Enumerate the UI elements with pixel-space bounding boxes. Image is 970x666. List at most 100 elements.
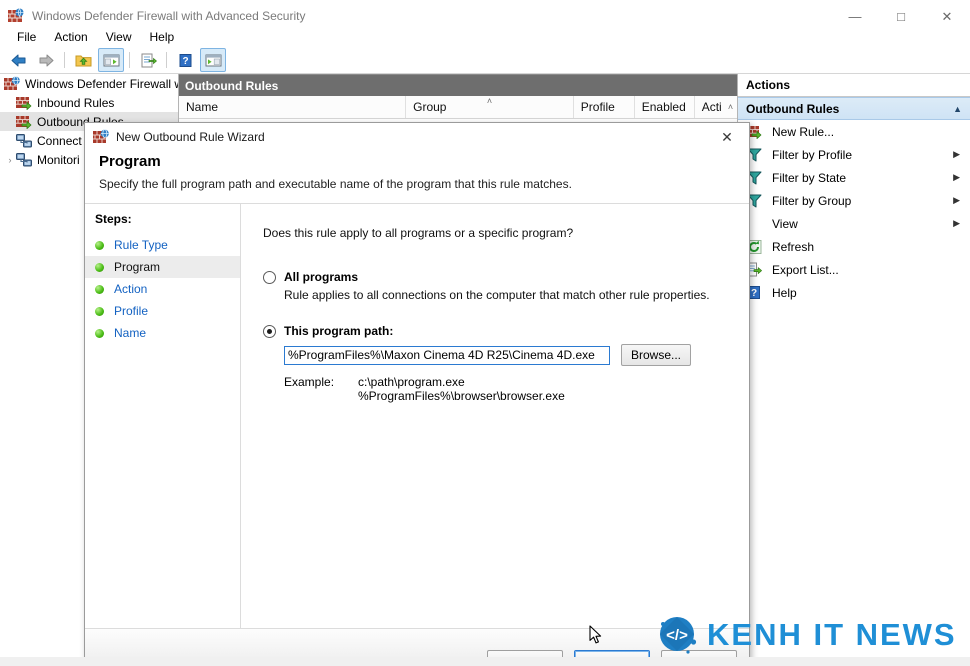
wizard-content: Does this rule apply to all programs or … — [241, 204, 749, 628]
steps-header: Steps: — [95, 212, 132, 226]
column-header-profile[interactable]: Profile — [573, 96, 635, 118]
toolbar-separator — [64, 52, 65, 68]
dialog-close-button[interactable]: ✕ — [705, 123, 749, 151]
actions-group-header[interactable]: Outbound Rules ▲ — [738, 97, 970, 120]
column-header-enabled[interactable]: Enabled — [634, 96, 695, 118]
radio-label: All programs — [284, 270, 359, 284]
menu-item-file[interactable]: File — [8, 28, 45, 46]
action-filter-by-state[interactable]: Filter by State ▶ — [738, 166, 970, 189]
browse-button[interactable]: Browse... — [621, 344, 691, 366]
action-filter-by-group[interactable]: Filter by Group ▶ — [738, 189, 970, 212]
menu-bar: File Action View Help — [0, 27, 970, 47]
column-header-name[interactable]: Name — [179, 96, 407, 118]
action-filter-by-profile[interactable]: Filter by Profile ▶ — [738, 143, 970, 166]
menu-item-help[interactable]: Help — [141, 28, 184, 46]
dialog-heading: Program — [99, 153, 161, 170]
step-profile[interactable]: Profile — [85, 300, 240, 322]
step-label: Profile — [114, 304, 149, 318]
program-scope-question: Does this rule apply to all programs or … — [263, 226, 574, 240]
tree-item-label: Windows Defender Firewall witl — [25, 76, 179, 91]
action-view[interactable]: View ▶ — [738, 212, 970, 235]
column-label: Enabled — [641, 100, 686, 114]
up-folder-icon[interactable] — [70, 48, 96, 72]
example-value: c:\path\program.exe %ProgramFiles%\brows… — [358, 375, 565, 403]
column-label: Acti — [701, 100, 722, 114]
example-label: Example: — [284, 375, 335, 389]
tree-item-label: Monitori — [37, 152, 80, 167]
tree-item-firewall-root[interactable]: Windows Defender Firewall witl — [0, 74, 178, 93]
step-program[interactable]: Program — [85, 256, 240, 278]
new-outbound-rule-wizard-dialog: New Outbound Rule Wizard ✕ Program Speci… — [84, 122, 750, 666]
column-header-action[interactable]: Acti — [694, 96, 724, 118]
submenu-arrow-icon: ▶ — [953, 195, 960, 205]
column-header-group[interactable]: ˄ Group — [406, 96, 574, 118]
dialog-subheading: Specify the full program path and execut… — [99, 177, 572, 191]
dialog-header: Program Specify the full program path an… — [85, 151, 749, 204]
action-label: View — [772, 216, 798, 231]
action-help[interactable]: ? Help — [738, 281, 970, 304]
step-label: Program — [114, 260, 161, 274]
menu-item-view[interactable]: View — [97, 28, 141, 46]
firewall-root-icon — [4, 75, 21, 92]
firewall-icon — [8, 8, 24, 24]
actions-pane: Actions Outbound Rules ▲ New Rule... Fil… — [738, 74, 970, 666]
radio-option-this-program-path[interactable]: This program path: — [263, 324, 729, 338]
step-bullet-icon — [95, 328, 104, 338]
step-action[interactable]: Action — [85, 278, 240, 300]
window-title: Windows Defender Firewall with Advanced … — [32, 9, 306, 23]
toolbar: ? — [0, 47, 970, 74]
actions-group-label: Outbound Rules — [746, 101, 840, 116]
action-label: Export List... — [772, 262, 839, 277]
step-label: Action — [114, 282, 148, 296]
step-name[interactable]: Name — [85, 322, 240, 344]
radio-this-program-path[interactable] — [263, 325, 276, 338]
action-label: Filter by Profile — [772, 147, 853, 162]
menu-item-action[interactable]: Action — [45, 28, 96, 46]
export-list-icon[interactable] — [135, 48, 161, 72]
program-path-row: Browse... — [284, 344, 729, 366]
program-path-example: Example: c:\path\program.exe %ProgramFil… — [284, 375, 729, 403]
help-icon[interactable]: ? — [172, 48, 198, 72]
forward-icon[interactable] — [33, 48, 59, 72]
program-path-input[interactable] — [284, 345, 610, 365]
tree-item-label: Connect — [37, 133, 82, 148]
monitoring-icon — [16, 152, 33, 168]
dialog-body: Steps: Rule Type Program Action Profile — [85, 204, 749, 628]
action-export-list[interactable]: Export List... — [738, 258, 970, 281]
show-action-pane-icon[interactable] — [200, 48, 226, 72]
sort-ascending-caret-icon: ˄ — [486, 96, 493, 106]
submenu-arrow-icon: ▶ — [953, 149, 960, 159]
show-tree-icon[interactable] — [98, 48, 124, 72]
column-label: Profile — [580, 100, 615, 114]
svg-text:?: ? — [182, 56, 188, 67]
column-label: Group — [413, 100, 447, 114]
dialog-titlebar: New Outbound Rule Wizard ✕ — [85, 123, 749, 151]
action-label: Filter by Group — [772, 193, 852, 208]
step-bullet-icon — [95, 262, 104, 272]
list-column-headers: Name ˄ Group Profile Enabled Acti ˄ — [179, 96, 737, 119]
step-bullet-icon — [95, 284, 104, 294]
action-label: Help — [772, 285, 797, 300]
wizard-steps-sidebar: Steps: Rule Type Program Action Profile — [85, 204, 241, 628]
tree-item-inbound-rules[interactable]: Inbound Rules — [0, 93, 178, 112]
all-programs-description: Rule applies to all connections on the c… — [284, 288, 710, 302]
tree-expander[interactable]: › — [4, 155, 16, 165]
step-rule-type[interactable]: Rule Type — [85, 234, 240, 256]
inbound-rules-icon — [16, 95, 33, 111]
actions-pane-title: Actions — [738, 74, 970, 97]
column-overflow-caret-icon[interactable]: ˄ — [724, 96, 737, 118]
action-label: Filter by State — [772, 170, 847, 185]
tree-item-label: Inbound Rules — [37, 95, 115, 110]
collapse-caret-icon[interactable]: ▲ — [953, 104, 962, 114]
radio-all-programs[interactable] — [263, 271, 276, 284]
step-label: Rule Type — [114, 238, 168, 252]
radio-label: This program path: — [284, 324, 394, 338]
action-refresh[interactable]: Refresh — [738, 235, 970, 258]
radio-option-all-programs[interactable]: All programs — [263, 270, 729, 284]
toolbar-separator — [129, 52, 130, 68]
step-bullet-icon — [95, 240, 104, 250]
back-icon[interactable] — [5, 48, 31, 72]
action-new-rule[interactable]: New Rule... — [738, 120, 970, 143]
dialog-title: New Outbound Rule Wizard — [116, 130, 265, 144]
action-label: Refresh — [772, 239, 815, 254]
